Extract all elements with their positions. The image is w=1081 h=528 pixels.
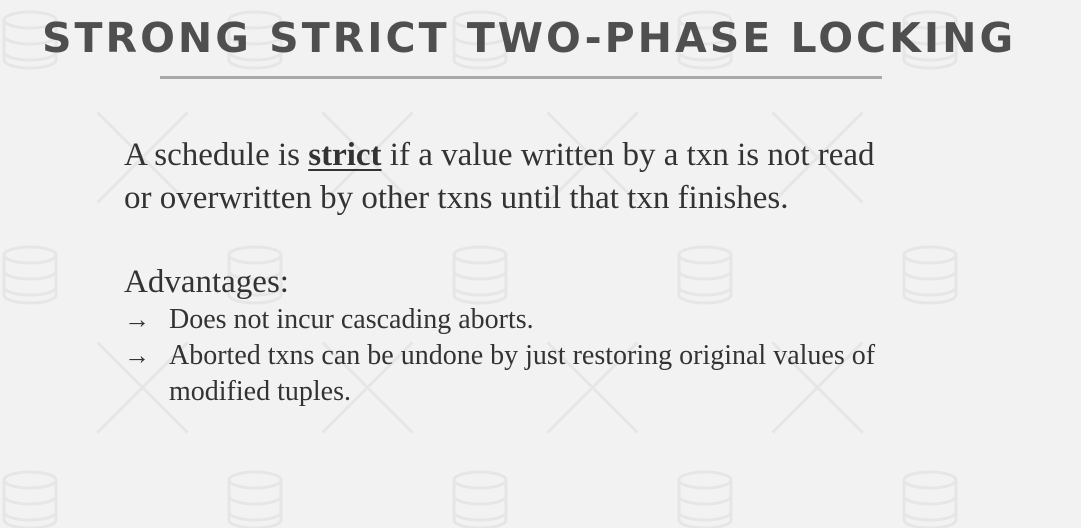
list-item: → Aborted txns can be undone by just res… xyxy=(124,338,929,410)
database-pattern-icon xyxy=(452,470,508,528)
definition-term: strict xyxy=(308,137,382,173)
slide-title: STRONG STRICT TWO-PHASE LOCKING xyxy=(42,14,1017,62)
definition-text: A schedule is strict if a value written … xyxy=(124,134,884,220)
title-divider xyxy=(160,76,882,79)
advantages-heading: Advantages: xyxy=(124,264,289,300)
right-arrow-icon: → xyxy=(124,305,150,334)
definition-prefix: A schedule is xyxy=(124,137,309,173)
database-pattern-icon xyxy=(227,470,283,528)
database-pattern-icon xyxy=(2,470,58,528)
list-item: → Does not incur cascading aborts. xyxy=(124,302,929,338)
advantage-text: Does not incur cascading aborts. xyxy=(169,304,534,335)
database-pattern-icon xyxy=(902,470,958,528)
database-pattern-icon xyxy=(2,245,58,305)
right-arrow-icon: → xyxy=(124,341,150,370)
database-pattern-icon xyxy=(677,470,733,528)
slide-content: A schedule is strict if a value written … xyxy=(124,134,984,410)
advantages-list: → Does not incur cascading aborts. → Abo… xyxy=(124,302,984,410)
advantage-text: Aborted txns can be undone by just resto… xyxy=(169,340,876,407)
